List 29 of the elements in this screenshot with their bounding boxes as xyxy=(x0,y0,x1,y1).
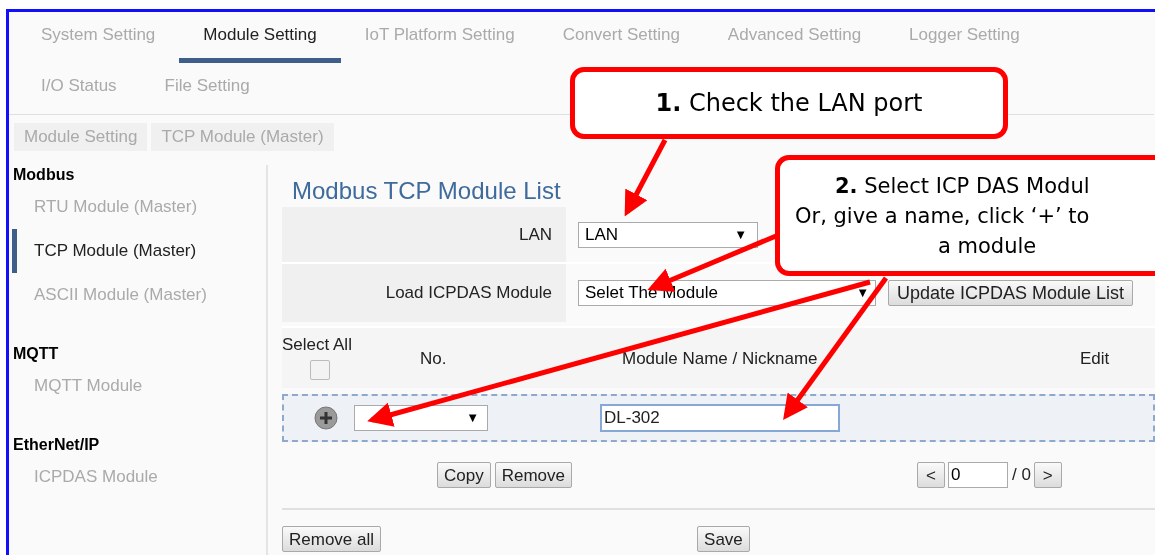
page-title: Modbus TCP Module List xyxy=(292,176,561,206)
column-header: No. xyxy=(420,348,448,370)
column-header: Edit xyxy=(1080,348,1110,370)
save-button[interactable]: Save xyxy=(697,526,750,552)
add-icon[interactable] xyxy=(314,406,338,430)
field-label: LAN xyxy=(282,207,566,262)
lan-dropdown[interactable]: LAN ▼ xyxy=(578,221,758,248)
page-input[interactable]: 0 xyxy=(947,462,1008,488)
next-page-button[interactable]: > xyxy=(1033,462,1062,488)
callout-text: Or, give a name, click ‘+’ to xyxy=(795,202,1091,230)
copy-button[interactable]: Copy xyxy=(437,462,491,488)
sidebar-heading: Modbus xyxy=(13,165,76,185)
select-all-checkbox[interactable] xyxy=(310,359,330,380)
field-label: Load ICPDAS Module xyxy=(282,264,566,322)
sidebar-heading: EtherNet/IP xyxy=(13,435,101,455)
callout-text: 1. Check the LAN port xyxy=(655,88,923,119)
page-total: / 0 xyxy=(1011,464,1031,487)
callout-text: a module xyxy=(938,232,1038,260)
column-header: Select All xyxy=(282,334,352,356)
name-input[interactable]: DL-302 xyxy=(600,404,840,432)
update-list-button[interactable]: Update ICPDAS Module List xyxy=(888,280,1134,306)
sidebar-heading: MQTT xyxy=(13,344,60,364)
remove-all-button[interactable]: Remove all xyxy=(282,526,382,552)
callout-text: 2. Select ICP DAS Modul xyxy=(835,172,1091,200)
column-header: Module Name / Nickname xyxy=(622,348,819,370)
nav-tab[interactable]: Module Setting xyxy=(179,12,341,63)
remove-button[interactable]: Remove xyxy=(494,462,572,488)
sidebar-item[interactable]: TCP Module (Master) xyxy=(12,229,266,273)
prev-page-button[interactable]: < xyxy=(917,462,945,488)
